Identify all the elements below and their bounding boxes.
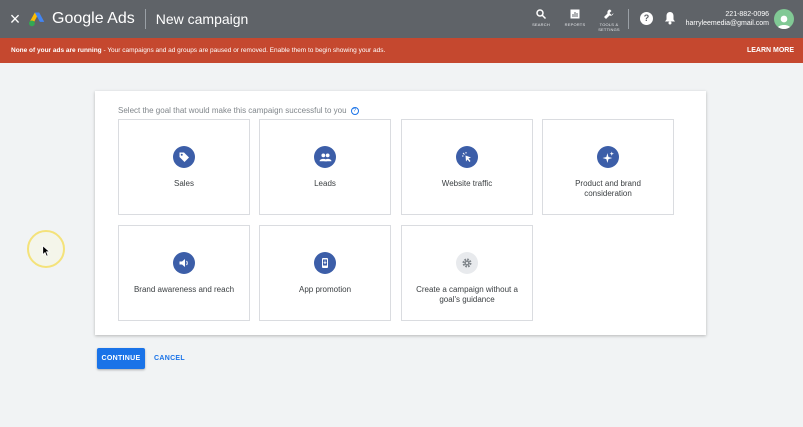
tools-settings-button[interactable]: TOOLS & SETTINGS [592,0,626,38]
ads-not-running-banner: None of your ads are running - Your camp… [0,38,803,63]
user-avatar-icon [777,15,791,29]
search-icon [536,9,547,20]
goal-label: Brand awareness and reach [133,285,235,294]
goal-label: App promotion [298,285,352,294]
header-divider [144,9,146,29]
gear-icon [456,252,478,274]
goal-option-no-goal-guidance[interactable]: Create a campaign without a goal's guida… [401,225,533,321]
goal-prompt: Select the goal that would make this cam… [118,106,359,115]
people-icon [314,146,336,168]
search-label: SEARCH [532,22,550,27]
reports-icon [570,9,580,19]
wrench-icon [604,9,614,19]
goal-option-product-brand-consideration[interactable]: Product and brand consideration [542,119,674,215]
goal-option-sales[interactable]: Sales [118,119,250,215]
learn-more-link[interactable]: LEARN MORE [747,38,794,63]
tools-settings-label: TOOLS & SETTINGS [598,22,620,32]
goal-prompt-text: Select the goal that would make this cam… [118,106,347,115]
goal-option-app-promotion[interactable]: App promotion [259,225,391,321]
goal-label: Website traffic [441,179,493,188]
goal-option-leads[interactable]: Leads [259,119,391,215]
speaker-icon [173,252,195,274]
google-ads-logo [29,12,45,27]
goal-label: Leads [314,179,336,188]
header-tools: SEARCH REPORTS TOOLS & SETTINGS [524,0,626,38]
search-button[interactable]: SEARCH [524,0,558,38]
close-button[interactable]: × [0,0,30,38]
help-icon[interactable]: ? [640,12,653,25]
account-info[interactable]: 221-882-0096 harryleemedia@gmail.com [686,10,769,28]
reports-label: REPORTS [564,22,586,27]
tools-divider [628,9,629,29]
continue-button[interactable]: CONTINUE [97,348,145,369]
reports-button[interactable]: REPORTS [558,0,592,38]
sparkle-icon [597,146,619,168]
goal-option-website-traffic[interactable]: Website traffic [401,119,533,215]
notifications-bell-icon[interactable] [664,11,676,25]
brand-name: Google Ads [52,10,135,27]
banner-strong-text: None of your ads are running [11,47,102,54]
top-app-bar: × Google Ads New campaign SEARCH REPORTS… [0,0,803,38]
cursor-click-icon [456,146,478,168]
account-phone: 221-882-0096 [725,11,769,18]
banner-detail-text: - Your campaigns and ad groups are pause… [101,47,386,54]
mouse-pointer-icon [42,245,51,257]
goal-label: Create a campaign without a goal's guida… [416,285,518,304]
phone-icon [314,252,336,274]
cancel-button[interactable]: CANCEL [150,348,189,369]
help-circle-icon[interactable]: ? [350,106,359,115]
goal-option-brand-awareness-reach[interactable]: Brand awareness and reach [118,225,250,321]
tag-icon [173,146,195,168]
page-title: New campaign [155,11,249,27]
banner-message: None of your ads are running - Your camp… [11,47,385,54]
avatar[interactable] [774,9,794,29]
goal-label: Sales [173,179,194,188]
account-email: harryleemedia@gmail.com [685,20,769,27]
goal-selection-card: Select the goal that would make this cam… [95,91,706,335]
goal-label: Product and brand consideration [575,179,641,198]
